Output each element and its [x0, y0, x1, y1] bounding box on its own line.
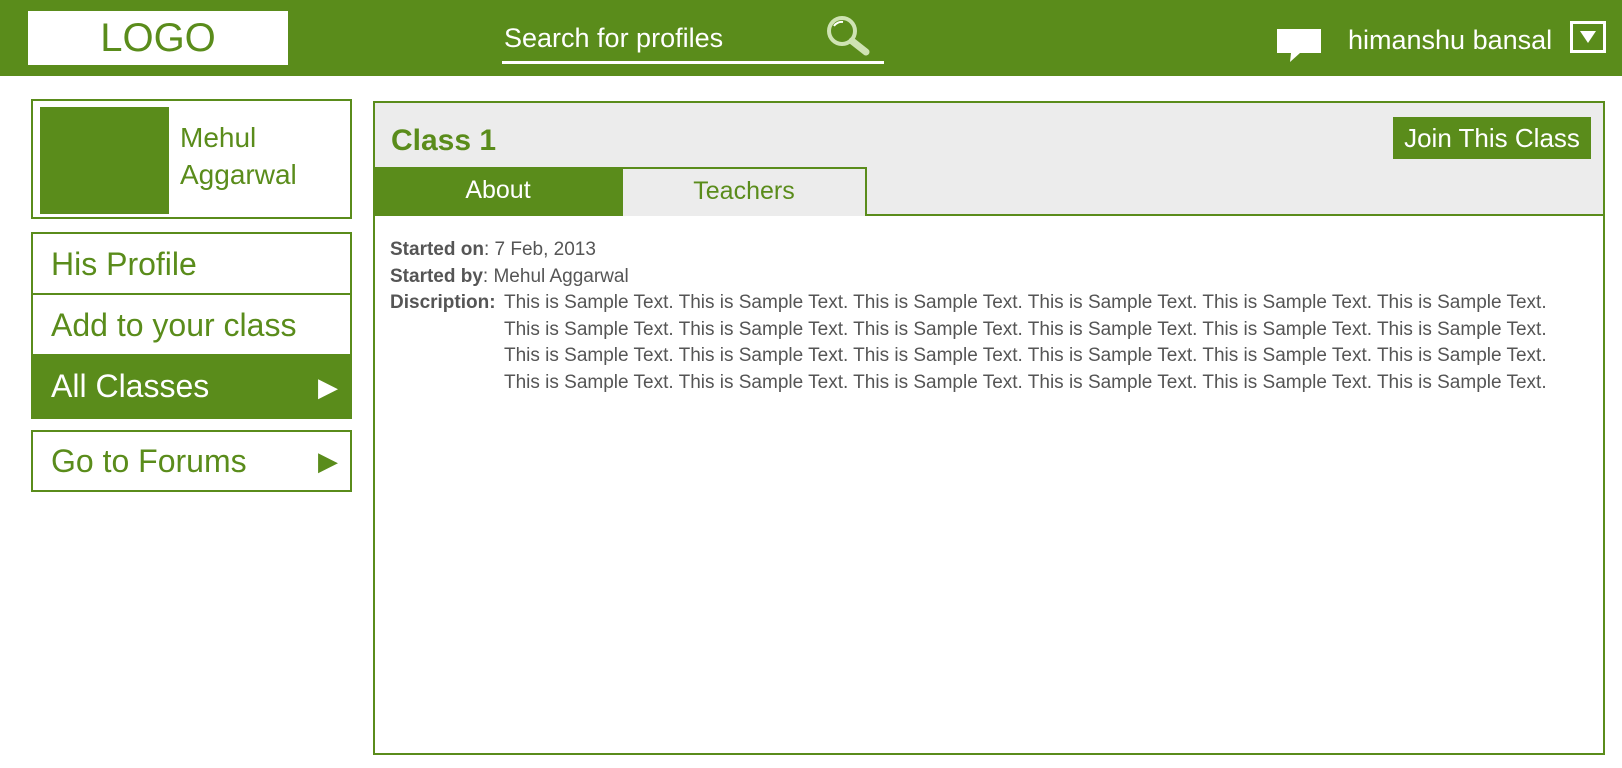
started-by-label: Started by — [390, 265, 483, 287]
search-bar — [502, 12, 884, 64]
sidebar-item-his-profile[interactable]: His Profile — [33, 234, 350, 295]
description-text: This is Sample Text. This is Sample Text… — [504, 290, 1590, 396]
description-line: This is Sample Text. This is Sample Text… — [504, 345, 1547, 366]
sidebar-item-all-classes[interactable]: All Classes ▶ — [33, 356, 350, 417]
search-icon[interactable] — [824, 14, 872, 58]
class-panel: Class 1 Join This Class About Teachers S… — [373, 101, 1605, 755]
description-line: This is Sample Text. This is Sample Text… — [504, 371, 1547, 393]
avatar[interactable] — [40, 107, 169, 214]
description-row: Discription: This is Sample Text. This i… — [390, 290, 1590, 396]
username[interactable]: himanshu bansal — [1348, 22, 1552, 58]
search-input[interactable] — [504, 20, 804, 56]
arrow-right-icon: ▶ — [318, 446, 338, 476]
arrow-right-icon: ▶ — [318, 371, 338, 402]
chevron-down-icon[interactable] — [1570, 21, 1606, 53]
class-details: Started on : 7 Feb, 2013 Started by : Me… — [390, 237, 1590, 396]
description-line: This is Sample Text. This is Sample Text… — [504, 318, 1547, 340]
description-label: Discription: — [390, 292, 496, 313]
tab-about[interactable]: About — [375, 167, 621, 216]
started-on-label: Started on — [390, 239, 484, 260]
join-class-button[interactable]: Join This Class — [1393, 117, 1591, 159]
class-header: Class 1 Join This Class About Teachers — [375, 103, 1603, 216]
description-line: This is Sample Text. This is Sample Text… — [504, 292, 1547, 313]
top-bar: LOGO himanshu bansal — [0, 0, 1622, 76]
started-by-value: : Mehul Aggarwal — [482, 265, 629, 287]
started-on-value: : 7 Feb, 2013 — [483, 239, 596, 260]
started-on-row: Started on : 7 Feb, 2013 — [390, 237, 1590, 264]
tab-teachers[interactable]: Teachers — [621, 167, 867, 216]
sidebar-menu: His Profile Add to your class All Classe… — [31, 232, 352, 419]
sidebar-item-label: Add to your class — [51, 307, 297, 343]
profile-last-name: Aggarwal — [180, 159, 297, 190]
profile-name: Mehul Aggarwal — [180, 119, 350, 193]
sidebar-item-label: All Classes — [51, 368, 210, 404]
sidebar-item-add-to-class[interactable]: Add to your class — [33, 295, 350, 356]
sidebar-item-label: His Profile — [51, 246, 197, 282]
chat-icon[interactable] — [1275, 26, 1323, 66]
page-title: Class 1 — [391, 124, 497, 157]
logo[interactable]: LOGO — [28, 11, 288, 65]
forums-label: Go to Forums — [51, 443, 247, 479]
started-by-row: Started by : Mehul Aggarwal — [390, 264, 1590, 291]
profile-first-name: Mehul — [180, 122, 257, 153]
go-to-forums-button[interactable]: Go to Forums ▶ — [31, 430, 352, 492]
profile-card: Mehul Aggarwal — [31, 99, 352, 219]
